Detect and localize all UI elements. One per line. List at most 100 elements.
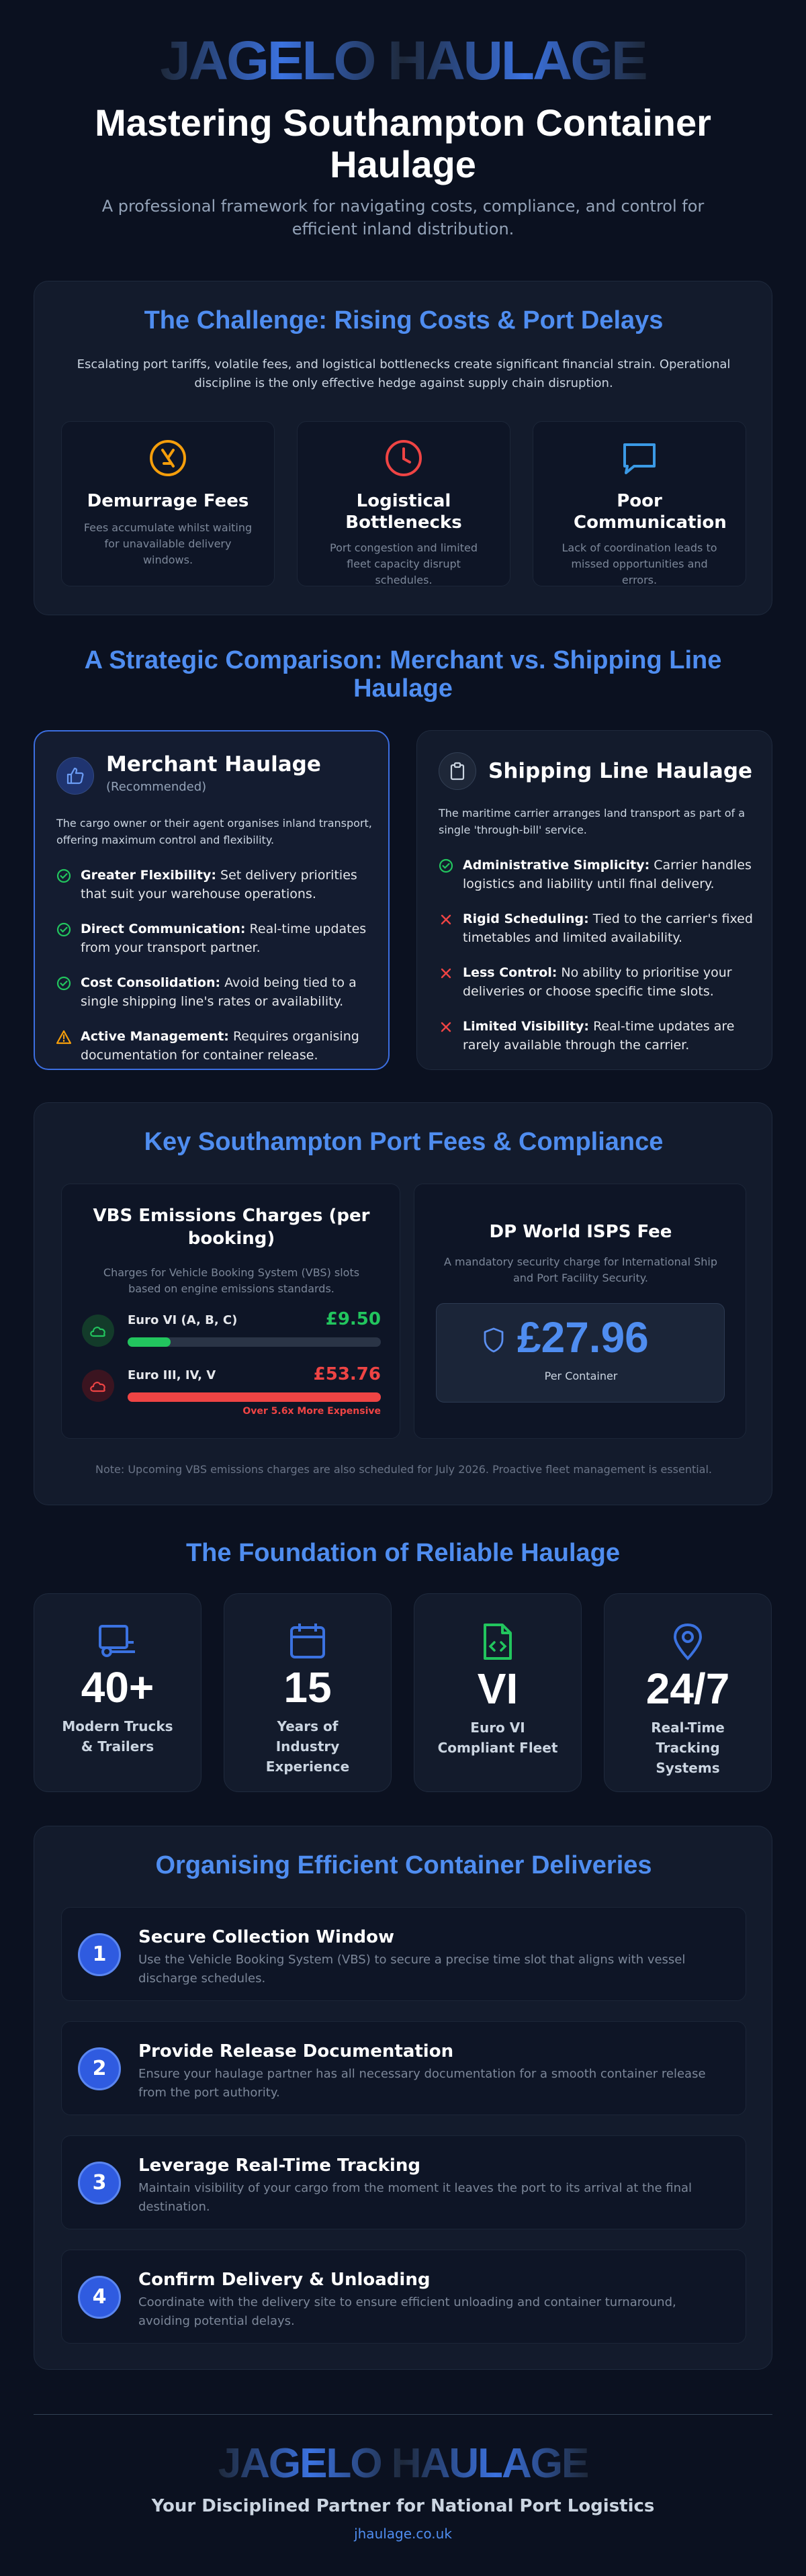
- warning-icon: [56, 1030, 71, 1045]
- steps-list: 1 Secure Collection Window Use the Vehicle…: [1, 1826, 746, 2370]
- feature-bold: Limited Visibility:: [463, 1019, 590, 1034]
- vbs-row-euro-vi: Euro VI (A, B, C) £9.50: [82, 1309, 381, 1352]
- step-card: 2 Provide Release Documentation Ensure you…: [61, 2021, 746, 2115]
- brand-logo-text: JAGELO HAULAGE: [160, 35, 646, 89]
- cloud-icon: [90, 1382, 105, 1392]
- stat-card-trucks: 40+ Modern Trucks & Trailers: [34, 1593, 202, 1792]
- challenge-title: The Challenge: Rising Costs & Port Delay…: [144, 306, 664, 335]
- stat-label: Years of Industry Experience: [265, 1718, 350, 1775]
- feature-text: Active Management: Requires organising d…: [81, 1027, 372, 1065]
- step-number: 2: [78, 2047, 121, 2090]
- check-circle-icon: [56, 922, 71, 937]
- feature-point: Cost Consolidation: Avoid being tied to …: [56, 973, 372, 1011]
- challenge-card-title: Demurrage Fees: [87, 491, 249, 511]
- footer-logo: JAGELO HAULAGE: [218, 2441, 590, 2484]
- check-circle-icon: [56, 869, 71, 883]
- feature-text: Administrative Simplicity: Carrier handl…: [463, 856, 754, 893]
- stat-label: Modern Trucks & Trailers: [62, 1718, 173, 1755]
- merchant-haulage-card: Merchant Haulage (Recommended) The cargo…: [34, 730, 390, 1070]
- footer-logo-text: JAGELO HAULAGE: [218, 2441, 588, 2484]
- feature-bold: Active Management:: [81, 1029, 229, 1044]
- thumbs-up-icon: [66, 767, 84, 785]
- isps-amount: £27.96: [517, 1313, 649, 1362]
- clipboard-icon: [450, 762, 465, 781]
- challenge-card-title: Poor Communication: [574, 491, 727, 533]
- feature-point: Active Management: Requires organising d…: [56, 1027, 372, 1065]
- step-title: Leverage Real-Time Tracking: [138, 2156, 420, 2176]
- vbs-row-value: £53.76: [313, 1364, 381, 1384]
- feature-bold: Greater Flexibility:: [81, 868, 216, 883]
- comparison-title: A Strategic Comparison: Merchant vs. Shi…: [84, 646, 722, 703]
- cross-icon: [441, 968, 451, 979]
- vbs-charges-card: VBS Emissions Charges (per booking) Char…: [61, 1184, 400, 1439]
- feature-text: Cost Consolidation: Avoid being tied to …: [81, 973, 372, 1011]
- code-file-icon: [484, 1624, 512, 1660]
- clock-icon: [386, 440, 422, 476]
- shipping-desc: The maritime carrier arranges land trans…: [439, 807, 746, 836]
- feature-bold: Administrative Simplicity:: [463, 858, 650, 873]
- step-desc: Coordinate with the delivery site to ens…: [138, 2295, 676, 2328]
- fees-footnote: Note: Upcoming VBS emissions charges are…: [95, 1463, 713, 1476]
- vbs-row-value: £9.50: [325, 1309, 381, 1329]
- calendar-icon: [290, 1624, 325, 1658]
- challenge-card-bottlenecks: Logistical Bottlenecks Port congestion a…: [297, 421, 510, 586]
- step-desc: Ensure your haulage partner has all nece…: [138, 2067, 706, 2100]
- feature-text: Greater Flexibility: Set delivery priori…: [81, 866, 372, 903]
- cross-icon: [441, 1022, 451, 1032]
- isps-title: DP World ISPS Fee: [489, 1222, 672, 1242]
- isps-fee-card: DP World ISPS Fee A mandatory security c…: [414, 1184, 746, 1439]
- truck-icon: [99, 1625, 135, 1657]
- step-number: 3: [78, 2162, 121, 2205]
- challenge-card-title: Logistical Bottlenecks: [345, 491, 462, 533]
- vbs-desc: Charges for Vehicle Booking System (VBS)…: [103, 1266, 360, 1295]
- challenge-card-demurrage: Demurrage Fees Fees accumulate whilst wa…: [61, 421, 275, 586]
- challenge-card-desc: Fees accumulate whilst waiting for unava…: [83, 521, 253, 566]
- feature-bold: Rigid Scheduling:: [463, 912, 589, 926]
- footer-tagline: Your Disciplined Partner for National Po…: [151, 2496, 655, 2516]
- fees-section: Key Southampton Port Fees & Compliance V…: [34, 1102, 772, 1505]
- chat-icon: [623, 443, 656, 474]
- vbs-row-euro-iii-v: Euro III, IV, V £53.76 Over 5.6x More Ex…: [82, 1364, 381, 1421]
- feature-text: Direct Communication: Real-time updates …: [81, 920, 372, 957]
- merchant-title: Merchant Haulage: [106, 752, 321, 776]
- vbs-note: Over 5.6x More Expensive: [242, 1406, 381, 1417]
- feature-point: Administrative Simplicity: Carrier handl…: [439, 856, 754, 893]
- step-title: Confirm Delivery & Unloading: [138, 2270, 431, 2290]
- cloud-icon: [90, 1327, 105, 1337]
- vbs-row-label: Euro VI (A, B, C): [128, 1313, 238, 1327]
- cross-icon: [441, 914, 451, 925]
- isps-unit: Per Container: [544, 1370, 618, 1382]
- step-number: 4: [78, 2276, 121, 2319]
- clock-cost-icon: [150, 440, 186, 476]
- challenge-section: The Challenge: Rising Costs & Port Delay…: [34, 281, 772, 615]
- stat-card-years: 15 Years of Industry Experience: [224, 1593, 392, 1792]
- step-title: Secure Collection Window: [138, 1927, 394, 1947]
- check-circle-icon: [56, 976, 71, 991]
- page-subtitle: A professional framework for navigating …: [101, 197, 705, 238]
- feature-point: Less Control: No ability to prioritise y…: [439, 963, 754, 1001]
- feature-point: Direct Communication: Real-time updates …: [56, 920, 372, 957]
- merchant-tag: (Recommended): [106, 780, 207, 794]
- stat-label: Real-Time Tracking Systems: [651, 1720, 725, 1776]
- shipping-line-card: Shipping Line Haulage The maritime carri…: [416, 730, 772, 1070]
- vbs-bar-fill: [128, 1392, 381, 1402]
- shield-icon: [484, 1327, 504, 1353]
- footer-website-link[interactable]: jhaulage.co.uk: [0, 2526, 806, 2542]
- location-pin-icon: [673, 1623, 703, 1660]
- thumbs-up-badge: [56, 757, 94, 795]
- challenge-card-communication: Poor Communication Lack of coordination …: [533, 421, 746, 586]
- isps-amount-box: £27.96 Per Container: [436, 1303, 725, 1403]
- step-desc: Use the Vehicle Booking System (VBS) to …: [138, 1953, 686, 1986]
- feature-point: Limited Visibility: Real-time updates ar…: [439, 1017, 754, 1055]
- feature-point: Greater Flexibility: Set delivery priori…: [56, 866, 372, 903]
- check-circle-icon: [439, 858, 453, 873]
- feature-text: Limited Visibility: Real-time updates ar…: [463, 1017, 754, 1055]
- step-card: 3 Leverage Real-Time Tracking Maintain vis…: [61, 2135, 746, 2229]
- page: JAGELO HAULAGE Mastering Southampton Con…: [0, 0, 806, 2576]
- feature-bold: Direct Communication:: [81, 922, 246, 936]
- challenge-card-desc: Port congestion and limited fleet capaci…: [330, 541, 478, 586]
- footer-divider: [34, 2414, 772, 2415]
- vbs-row-label: Euro III, IV, V: [128, 1368, 216, 1382]
- foundation-title: The Foundation of Reliable Haulage: [185, 1539, 621, 1567]
- feature-bold: Less Control:: [463, 965, 557, 980]
